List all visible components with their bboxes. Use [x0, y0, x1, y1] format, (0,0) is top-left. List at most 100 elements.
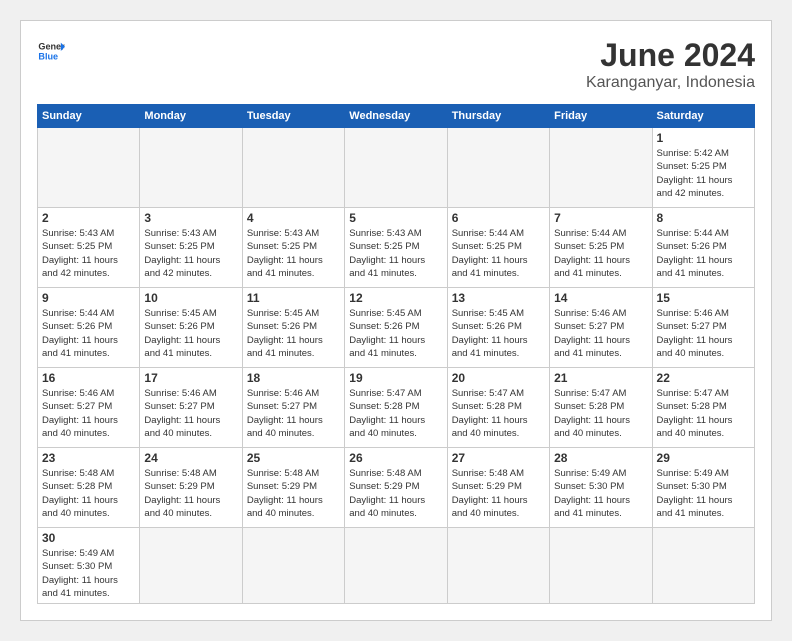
- day-21: 21 Sunrise: 5:47 AMSunset: 5:28 PMDaylig…: [550, 368, 652, 448]
- day-22: 22 Sunrise: 5:47 AMSunset: 5:28 PMDaylig…: [652, 368, 754, 448]
- day-6: 6 Sunrise: 5:44 AMSunset: 5:25 PMDayligh…: [447, 208, 549, 288]
- day-25: 25 Sunrise: 5:48 AMSunset: 5:29 PMDaylig…: [242, 448, 344, 528]
- day-number: 29: [657, 451, 750, 465]
- day-2: 2 Sunrise: 5:43 AMSunset: 5:25 PMDayligh…: [38, 208, 140, 288]
- header-sunday: Sunday: [38, 105, 140, 128]
- day-7: 7 Sunrise: 5:44 AMSunset: 5:25 PMDayligh…: [550, 208, 652, 288]
- day-number: 18: [247, 371, 340, 385]
- day-info: Sunrise: 5:49 AMSunset: 5:30 PMDaylight:…: [554, 467, 647, 520]
- day-info: Sunrise: 5:46 AMSunset: 5:27 PMDaylight:…: [247, 387, 340, 440]
- day-number: 21: [554, 371, 647, 385]
- empty-cell: [447, 128, 549, 208]
- day-4: 4 Sunrise: 5:43 AMSunset: 5:25 PMDayligh…: [242, 208, 344, 288]
- day-28: 28 Sunrise: 5:49 AMSunset: 5:30 PMDaylig…: [550, 448, 652, 528]
- day-number: 12: [349, 291, 442, 305]
- day-17: 17 Sunrise: 5:46 AMSunset: 5:27 PMDaylig…: [140, 368, 242, 448]
- empty-cell: [652, 528, 754, 604]
- title-block: June 2024 Karanganyar, Indonesia: [586, 37, 755, 92]
- header-tuesday: Tuesday: [242, 105, 344, 128]
- table-row: 16 Sunrise: 5:46 AMSunset: 5:27 PMDaylig…: [38, 368, 755, 448]
- day-number: 11: [247, 291, 340, 305]
- logo: General Blue: [37, 37, 65, 65]
- day-info: Sunrise: 5:48 AMSunset: 5:29 PMDaylight:…: [247, 467, 340, 520]
- table-row: 23 Sunrise: 5:48 AMSunset: 5:28 PMDaylig…: [38, 448, 755, 528]
- day-info: Sunrise: 5:42 AMSunset: 5:25 PMDaylight:…: [657, 147, 750, 200]
- day-number: 9: [42, 291, 135, 305]
- empty-cell: [345, 128, 447, 208]
- day-info: Sunrise: 5:46 AMSunset: 5:27 PMDaylight:…: [554, 307, 647, 360]
- day-info: Sunrise: 5:46 AMSunset: 5:27 PMDaylight:…: [42, 387, 135, 440]
- day-number: 22: [657, 371, 750, 385]
- day-info: Sunrise: 5:43 AMSunset: 5:25 PMDaylight:…: [42, 227, 135, 280]
- location-subtitle: Karanganyar, Indonesia: [586, 74, 755, 92]
- day-number: 28: [554, 451, 647, 465]
- header: General Blue June 2024 Karanganyar, Indo…: [37, 37, 755, 92]
- day-number: 14: [554, 291, 647, 305]
- day-info: Sunrise: 5:49 AMSunset: 5:30 PMDaylight:…: [42, 547, 135, 600]
- day-number: 1: [657, 131, 750, 145]
- day-info: Sunrise: 5:49 AMSunset: 5:30 PMDaylight:…: [657, 467, 750, 520]
- empty-cell: [140, 128, 242, 208]
- day-number: 30: [42, 531, 135, 545]
- day-info: Sunrise: 5:47 AMSunset: 5:28 PMDaylight:…: [657, 387, 750, 440]
- empty-cell: [242, 528, 344, 604]
- day-number: 23: [42, 451, 135, 465]
- day-number: 2: [42, 211, 135, 225]
- day-10: 10 Sunrise: 5:45 AMSunset: 5:26 PMDaylig…: [140, 288, 242, 368]
- weekday-header-row: Sunday Monday Tuesday Wednesday Thursday…: [38, 105, 755, 128]
- day-info: Sunrise: 5:45 AMSunset: 5:26 PMDaylight:…: [144, 307, 237, 360]
- day-11: 11 Sunrise: 5:45 AMSunset: 5:26 PMDaylig…: [242, 288, 344, 368]
- day-info: Sunrise: 5:48 AMSunset: 5:29 PMDaylight:…: [349, 467, 442, 520]
- day-info: Sunrise: 5:47 AMSunset: 5:28 PMDaylight:…: [554, 387, 647, 440]
- empty-cell: [242, 128, 344, 208]
- day-info: Sunrise: 5:47 AMSunset: 5:28 PMDaylight:…: [349, 387, 442, 440]
- header-saturday: Saturday: [652, 105, 754, 128]
- day-info: Sunrise: 5:48 AMSunset: 5:29 PMDaylight:…: [144, 467, 237, 520]
- day-info: Sunrise: 5:47 AMSunset: 5:28 PMDaylight:…: [452, 387, 545, 440]
- day-12: 12 Sunrise: 5:45 AMSunset: 5:26 PMDaylig…: [345, 288, 447, 368]
- empty-cell: [447, 528, 549, 604]
- day-number: 16: [42, 371, 135, 385]
- day-info: Sunrise: 5:48 AMSunset: 5:29 PMDaylight:…: [452, 467, 545, 520]
- day-number: 27: [452, 451, 545, 465]
- day-number: 25: [247, 451, 340, 465]
- day-info: Sunrise: 5:43 AMSunset: 5:25 PMDaylight:…: [144, 227, 237, 280]
- day-info: Sunrise: 5:45 AMSunset: 5:26 PMDaylight:…: [247, 307, 340, 360]
- day-19: 19 Sunrise: 5:47 AMSunset: 5:28 PMDaylig…: [345, 368, 447, 448]
- table-row: 2 Sunrise: 5:43 AMSunset: 5:25 PMDayligh…: [38, 208, 755, 288]
- day-number: 5: [349, 211, 442, 225]
- day-13: 13 Sunrise: 5:45 AMSunset: 5:26 PMDaylig…: [447, 288, 549, 368]
- calendar-container: General Blue June 2024 Karanganyar, Indo…: [20, 20, 772, 621]
- day-26: 26 Sunrise: 5:48 AMSunset: 5:29 PMDaylig…: [345, 448, 447, 528]
- calendar-table: Sunday Monday Tuesday Wednesday Thursday…: [37, 104, 755, 604]
- day-info: Sunrise: 5:48 AMSunset: 5:28 PMDaylight:…: [42, 467, 135, 520]
- table-row: 30 Sunrise: 5:49 AMSunset: 5:30 PMDaylig…: [38, 528, 755, 604]
- header-wednesday: Wednesday: [345, 105, 447, 128]
- table-row: 9 Sunrise: 5:44 AMSunset: 5:26 PMDayligh…: [38, 288, 755, 368]
- day-info: Sunrise: 5:45 AMSunset: 5:26 PMDaylight:…: [349, 307, 442, 360]
- day-18: 18 Sunrise: 5:46 AMSunset: 5:27 PMDaylig…: [242, 368, 344, 448]
- empty-cell: [550, 128, 652, 208]
- day-1: 1 Sunrise: 5:42 AMSunset: 5:25 PMDayligh…: [652, 128, 754, 208]
- day-8: 8 Sunrise: 5:44 AMSunset: 5:26 PMDayligh…: [652, 208, 754, 288]
- day-15: 15 Sunrise: 5:46 AMSunset: 5:27 PMDaylig…: [652, 288, 754, 368]
- day-9: 9 Sunrise: 5:44 AMSunset: 5:26 PMDayligh…: [38, 288, 140, 368]
- empty-cell: [140, 528, 242, 604]
- empty-cell: [345, 528, 447, 604]
- header-friday: Friday: [550, 105, 652, 128]
- day-30: 30 Sunrise: 5:49 AMSunset: 5:30 PMDaylig…: [38, 528, 140, 604]
- day-14: 14 Sunrise: 5:46 AMSunset: 5:27 PMDaylig…: [550, 288, 652, 368]
- day-number: 15: [657, 291, 750, 305]
- day-number: 10: [144, 291, 237, 305]
- day-info: Sunrise: 5:43 AMSunset: 5:25 PMDaylight:…: [247, 227, 340, 280]
- day-3: 3 Sunrise: 5:43 AMSunset: 5:25 PMDayligh…: [140, 208, 242, 288]
- svg-text:Blue: Blue: [38, 51, 58, 61]
- day-info: Sunrise: 5:43 AMSunset: 5:25 PMDaylight:…: [349, 227, 442, 280]
- logo-icon: General Blue: [37, 37, 65, 65]
- day-number: 4: [247, 211, 340, 225]
- day-number: 6: [452, 211, 545, 225]
- table-row: 1 Sunrise: 5:42 AMSunset: 5:25 PMDayligh…: [38, 128, 755, 208]
- day-number: 20: [452, 371, 545, 385]
- day-number: 19: [349, 371, 442, 385]
- day-number: 26: [349, 451, 442, 465]
